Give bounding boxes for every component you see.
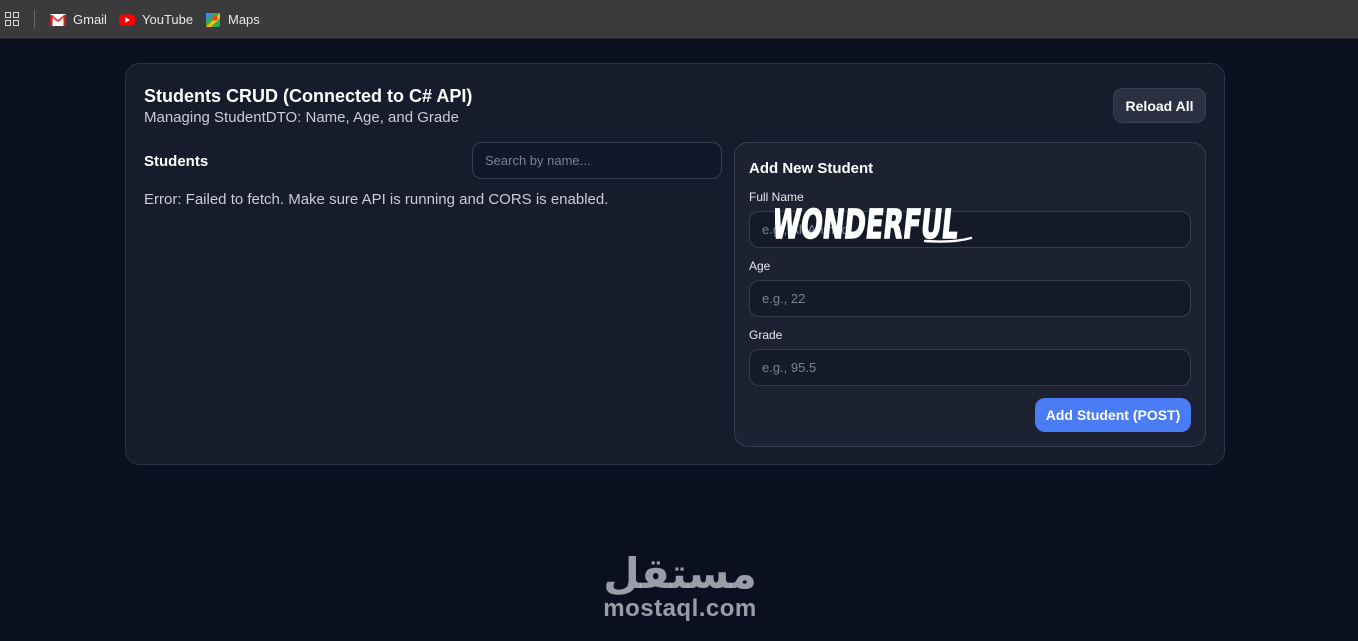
bookmark-youtube[interactable]: YouTube [119, 0, 193, 39]
age-field[interactable] [749, 280, 1191, 317]
svg-text:مستقل: مستقل [603, 549, 757, 596]
maps-icon [206, 12, 220, 27]
wonderful-overlay-logo: WONDERFUL [775, 201, 973, 249]
page-subtitle: Managing StudentDTO: Name, Age, and Grad… [144, 109, 459, 126]
search-input[interactable] [472, 142, 722, 179]
bookmark-separator [34, 10, 35, 28]
apps-grid-icon[interactable] [5, 12, 19, 26]
students-crud-card: Students CRUD (Connected to C# API) Mana… [125, 63, 1225, 465]
reload-all-button[interactable]: Reload All [1113, 88, 1206, 123]
bookmarks-bar: Gmail YouTube Maps [0, 0, 1358, 39]
mostaql-watermark: مستقل mostaql.com [590, 548, 770, 628]
add-student-button[interactable]: Add Student (POST) [1035, 398, 1191, 432]
age-label: Age [749, 259, 771, 273]
page-title: Students CRUD (Connected to C# API) [144, 86, 473, 106]
form-title: Add New Student [749, 160, 874, 177]
bookmark-gmail[interactable]: Gmail [50, 0, 107, 39]
gmail-icon [50, 13, 66, 26]
bookmark-maps[interactable]: Maps [205, 0, 260, 39]
bookmark-label: Gmail [73, 12, 107, 27]
mostaql-url: mostaql.com [603, 595, 757, 622]
grade-field[interactable] [749, 349, 1191, 386]
students-heading: Students [144, 153, 209, 170]
bookmark-label: YouTube [142, 12, 194, 27]
error-message: Error: Failed to fetch. Make sure API is… [144, 191, 609, 208]
mostaql-logo: مستقل [603, 549, 757, 598]
grade-label: Grade [749, 328, 783, 342]
add-student-form: Add New Student Full Name Age Grade Add … [734, 142, 1206, 447]
youtube-icon [119, 14, 135, 25]
bookmark-label: Maps [228, 12, 260, 27]
